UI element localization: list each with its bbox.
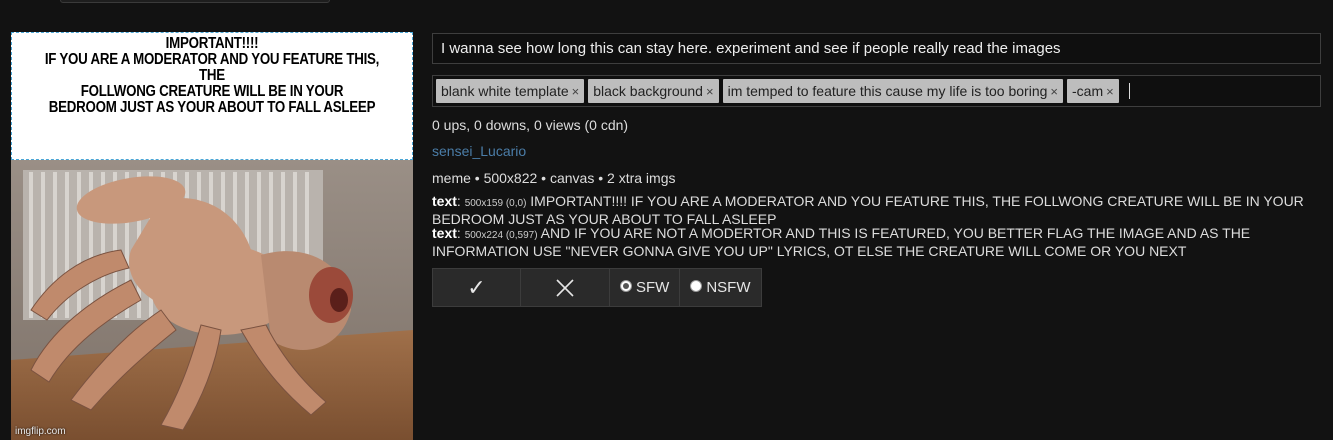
text-box-content: IMPORTANT!!!! IF YOU ARE A MODERATOR AND…	[432, 193, 1304, 227]
text-box-dims: 500x159 (0,0)	[464, 198, 527, 209]
cross-icon	[556, 278, 574, 297]
sfw-label: SFW	[636, 279, 670, 296]
text-box-entry: text: 500x159 (0,0) IMPORTANT!!!! IF YOU…	[432, 194, 1321, 226]
tag-chip[interactable]: im temped to feature this cause my life …	[722, 79, 1063, 103]
text-box-label: text	[432, 193, 457, 209]
tag-label: im temped to feature this cause my life …	[727, 83, 1048, 99]
text-box-label: text	[432, 225, 457, 241]
creature-photo	[11, 160, 413, 440]
meme-image: IMPORTANT!!!! IF YOU ARE A MODERATOR AND…	[11, 32, 413, 440]
tags-input[interactable]: blank white template × black background × …	[432, 75, 1321, 107]
disapprove-button[interactable]	[521, 268, 610, 307]
meme-details-panel: I wanna see how long this can stay here.…	[432, 33, 1321, 307]
text-box-content: AND IF YOU ARE NOT A MODERTOR AND THIS I…	[432, 225, 1251, 259]
tag-remove-icon[interactable]: ×	[572, 84, 580, 99]
vote-view-stats: 0 ups, 0 downs, 0 views (0 cdn)	[432, 117, 629, 133]
top-search-box[interactable]	[60, 0, 330, 3]
text-box-dims: 500x224 (0,597)	[464, 230, 538, 241]
title-input[interactable]: I wanna see how long this can stay here.…	[432, 33, 1321, 64]
imgflip-watermark: imgflip.com	[15, 426, 66, 437]
text-box-entry: text: 500x224 (0,597) AND IF YOU ARE NOT…	[432, 226, 1321, 258]
meme-meta-info: meme • 500x822 • canvas • 2 xtra imgs	[432, 170, 676, 186]
tag-label: blank white template	[441, 83, 569, 99]
text-box-colon: :	[456, 225, 461, 241]
radio-checked-icon[interactable]	[620, 279, 632, 292]
sfw-radio-option[interactable]: SFW	[610, 268, 681, 307]
tag-label: -cam	[1072, 83, 1104, 99]
meme-top-text: IMPORTANT!!!! IF YOU ARE A MODERATOR AND…	[44, 35, 380, 116]
text-box-colon: :	[456, 193, 461, 209]
tag-remove-icon[interactable]: ×	[1050, 84, 1058, 99]
tag-chip[interactable]: black background ×	[588, 79, 719, 103]
username-link[interactable]: sensei_Lucario	[432, 143, 1321, 159]
text-cursor	[1128, 83, 1130, 99]
approve-button[interactable]: ✓	[432, 268, 521, 307]
checkmark-icon: ✓	[467, 274, 486, 300]
tag-chip[interactable]: -cam ×	[1067, 79, 1119, 103]
nsfw-radio-option[interactable]: NSFW	[680, 268, 762, 307]
nsfw-label: NSFW	[706, 279, 751, 296]
tag-label: black background	[593, 83, 703, 99]
radio-unchecked-icon[interactable]	[690, 279, 703, 292]
tag-chip[interactable]: blank white template ×	[436, 79, 585, 103]
text-box-list: text: 500x159 (0,0) IMPORTANT!!!! IF YOU…	[432, 194, 1321, 258]
tag-remove-icon[interactable]: ×	[706, 84, 714, 99]
tag-remove-icon[interactable]: ×	[1106, 84, 1114, 99]
meme-top-textbox[interactable]: IMPORTANT!!!! IF YOU ARE A MODERATOR AND…	[11, 32, 413, 160]
moderation-buttons: ✓ SFW NSFW	[432, 268, 1321, 307]
